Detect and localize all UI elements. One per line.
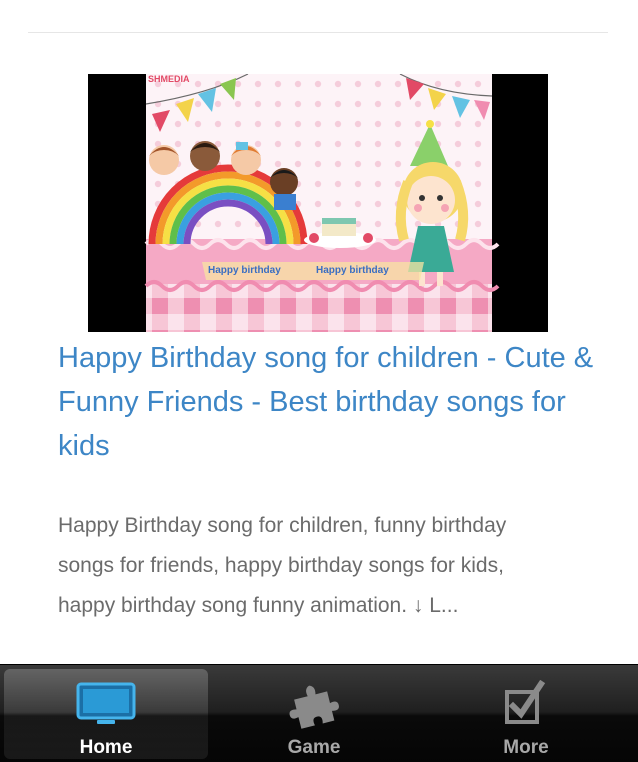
post-thumbnail[interactable]: SHMEDIA Happy birthday Happy birthday <box>88 74 548 332</box>
puzzle-icon <box>282 679 346 729</box>
tab-more-label: More <box>503 737 549 758</box>
tab-game-label: Game <box>287 737 341 758</box>
watermark-text: SHMEDIA <box>148 74 190 84</box>
tab-home-label: Home <box>79 737 133 758</box>
checkbox-icon <box>494 679 558 729</box>
thumbnail-caption-1: Happy birthday <box>208 265 281 276</box>
post-title-link[interactable]: Happy Birthday song for children - Cute … <box>58 336 598 468</box>
thumbnail-caption-2: Happy birthday <box>316 265 389 276</box>
divider <box>28 32 608 33</box>
tab-home[interactable]: Home <box>4 669 208 759</box>
tab-game[interactable]: Game <box>208 665 420 762</box>
app-screen: SHMEDIA Happy birthday Happy birthday Ha… <box>0 0 638 762</box>
post-excerpt: Happy Birthday song for children, funny … <box>58 514 507 617</box>
tab-bar: Home Game More <box>0 664 638 762</box>
birthday-illustration: SHMEDIA Happy birthday Happy birthday <box>88 74 548 332</box>
tv-icon <box>74 679 138 729</box>
tab-more[interactable]: More <box>420 665 632 762</box>
